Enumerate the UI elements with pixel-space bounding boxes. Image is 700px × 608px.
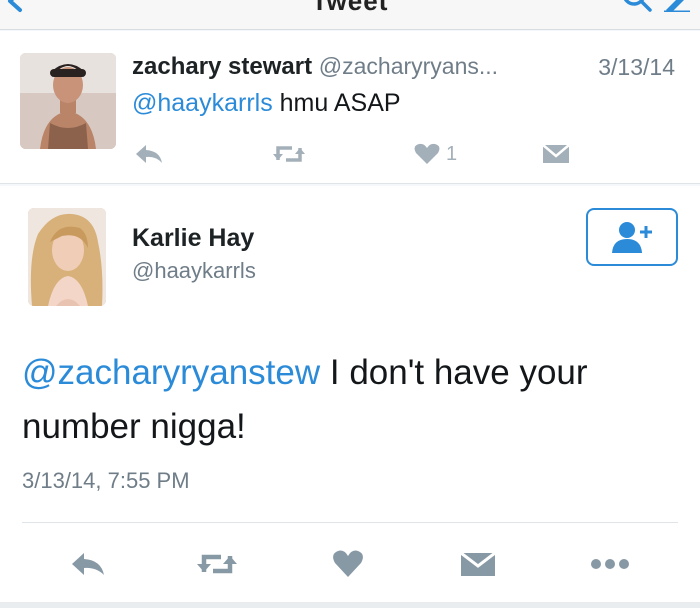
more-icon[interactable] [590, 546, 630, 582]
follow-button[interactable] [586, 208, 678, 266]
like-icon[interactable] [332, 546, 364, 582]
retweet-icon[interactable] [272, 139, 306, 169]
tweet-body: hmu ASAP [272, 89, 401, 117]
author-handle[interactable]: @zacharyryans... [319, 53, 498, 79]
divider [22, 522, 678, 523]
author-display-name[interactable]: zachary stewart [132, 53, 312, 80]
tweet-actions [0, 546, 700, 582]
nav-right-icons [582, 0, 692, 14]
message-icon[interactable] [460, 546, 496, 582]
avatar[interactable] [20, 53, 116, 149]
tweet-text: @zacharyryanstew I don't have your numbe… [22, 346, 682, 454]
mention-link[interactable]: @haaykarrls [132, 89, 273, 117]
retweet-icon[interactable] [196, 546, 238, 582]
author-name[interactable]: Karlie Hay [132, 224, 254, 253]
message-icon[interactable] [542, 139, 570, 169]
reply-tweet[interactable]: zachary stewart @zacharyryans... 3/13/14… [0, 31, 700, 184]
avatar[interactable] [28, 208, 106, 306]
compose-icon[interactable] [664, 0, 690, 14]
reply-icon[interactable] [70, 546, 106, 582]
like-icon [414, 143, 440, 164]
mention-link[interactable]: @zacharyryanstew [22, 353, 320, 392]
tweet-actions: 1 [132, 139, 572, 169]
reply-icon[interactable] [134, 139, 164, 169]
tweet-date: 3/13/14 [598, 54, 675, 80]
main-tweet: Karlie Hay @haaykarrls @zacharyryanstew … [0, 186, 700, 608]
like-count: 1 [446, 142, 458, 165]
author-name[interactable]: zachary stewart @zacharyryans... [132, 53, 498, 81]
author-handle[interactable]: @haaykarrls [132, 258, 256, 284]
search-icon[interactable] [623, 0, 652, 12]
add-user-icon [612, 222, 652, 253]
tweet-timestamp: 3/13/14, 7:55 PM [22, 468, 190, 493]
like-button[interactable]: 1 [414, 139, 457, 169]
divider [0, 602, 700, 608]
tweet-text: @haaykarrls hmu ASAP [132, 89, 401, 118]
navigation-bar: Tweet [0, 0, 700, 30]
